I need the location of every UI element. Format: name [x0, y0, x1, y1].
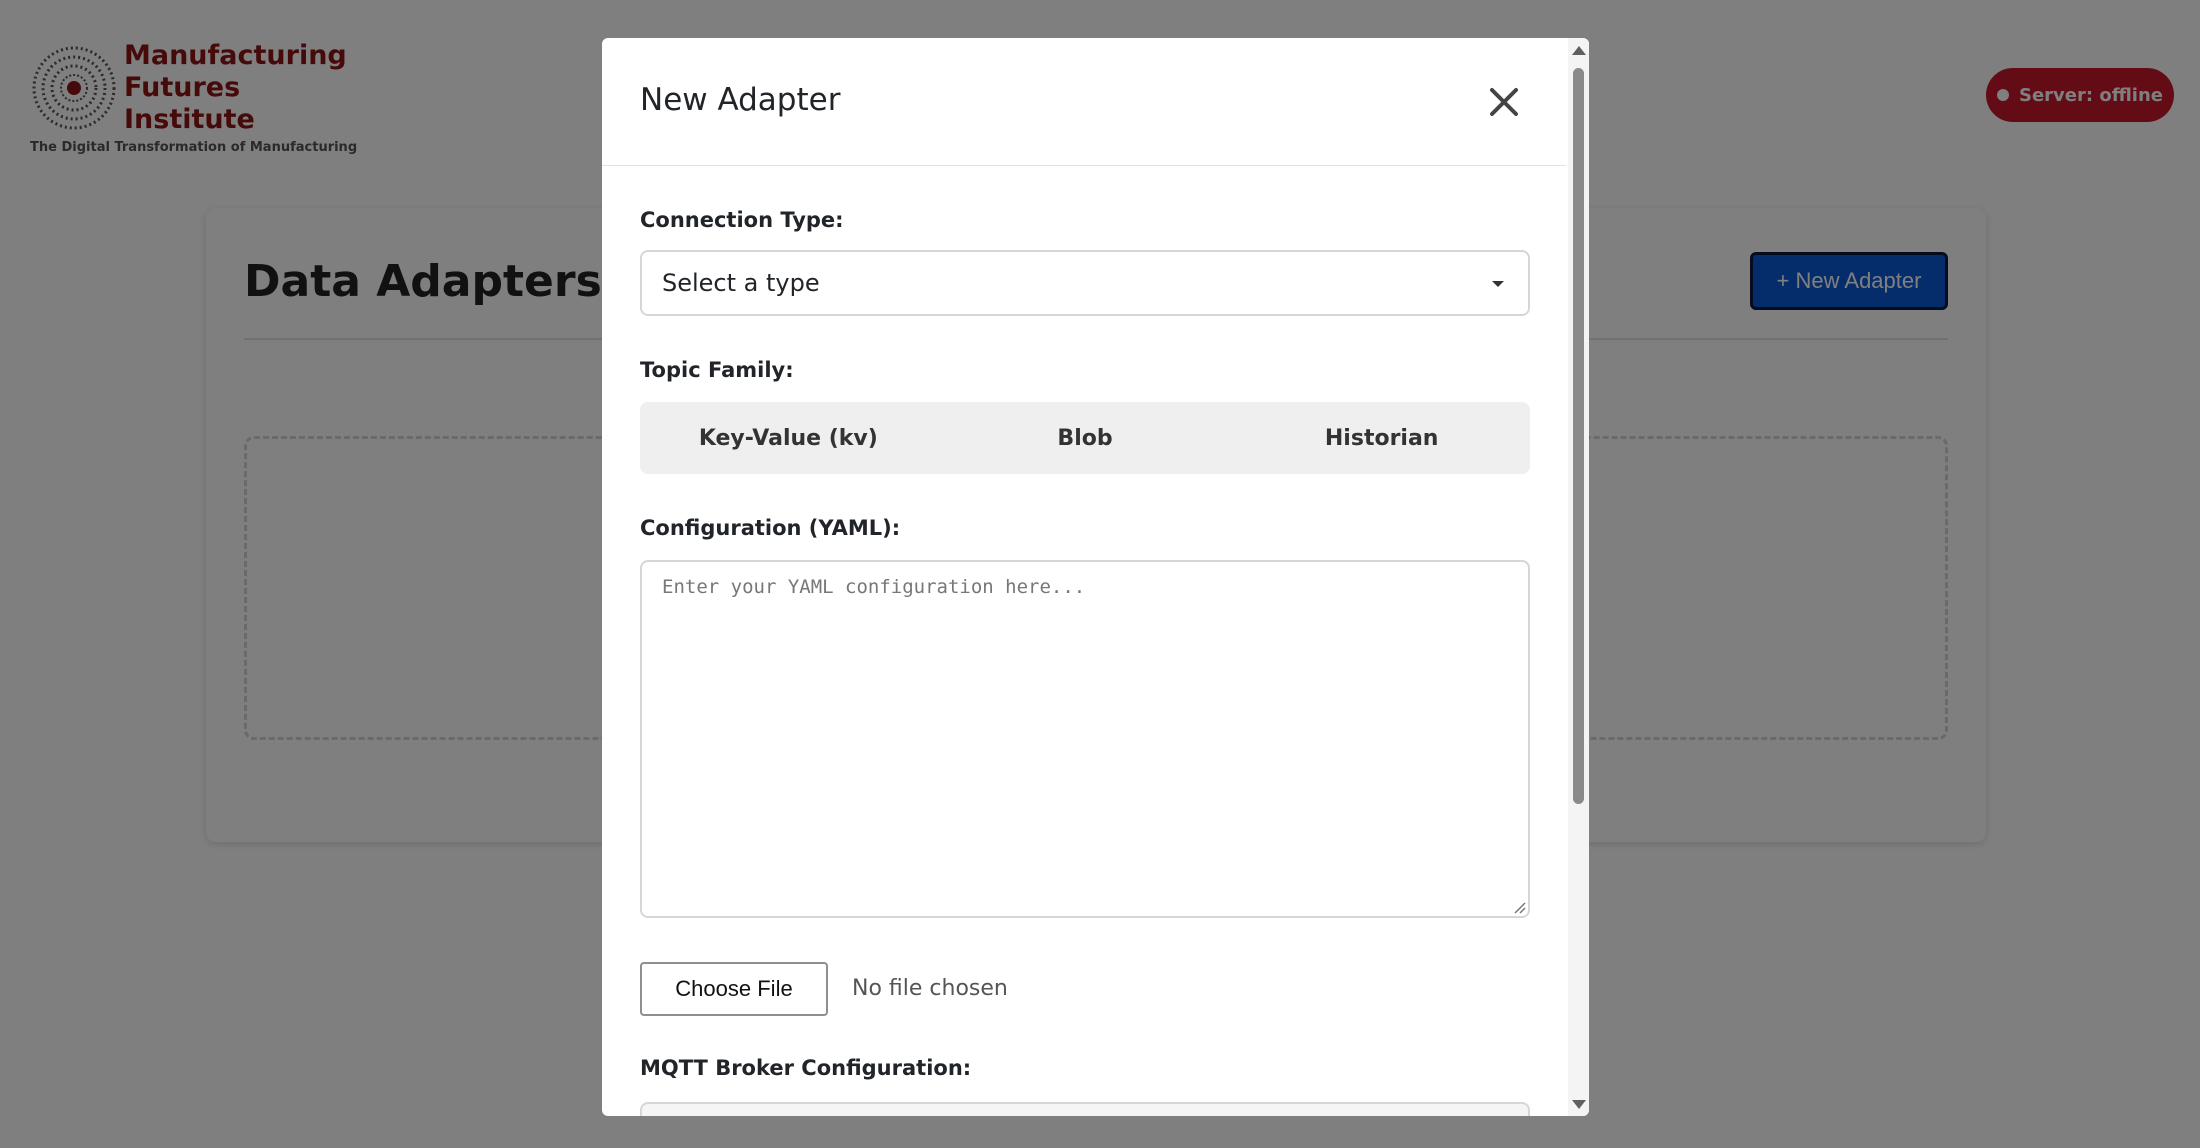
- scroll-down-icon[interactable]: [1572, 1100, 1586, 1109]
- topic-family-option-historian[interactable]: Historian: [1233, 402, 1530, 474]
- choose-file-button[interactable]: Choose File: [640, 962, 828, 1016]
- connection-type-select[interactable]: Select a type: [640, 250, 1530, 316]
- topic-family-selector: Key-Value (kv) Blob Historian: [640, 402, 1530, 474]
- connection-type-value: Select a type: [662, 269, 820, 297]
- scroll-up-icon[interactable]: [1572, 46, 1586, 55]
- scroll-thumb[interactable]: [1573, 68, 1584, 804]
- file-status-text: No file chosen: [852, 976, 1008, 1001]
- modal-title: New Adapter: [640, 82, 841, 118]
- topic-family-option-blob[interactable]: Blob: [937, 402, 1234, 474]
- chevron-down-icon: [1492, 281, 1504, 287]
- modal-scrollbar[interactable]: [1568, 38, 1589, 1116]
- new-adapter-modal: New Adapter Connection Type: Select a ty…: [602, 38, 1589, 1116]
- topic-family-option-kv[interactable]: Key-Value (kv): [640, 402, 937, 474]
- resize-grip-icon[interactable]: [1512, 900, 1526, 914]
- connection-type-label: Connection Type:: [640, 208, 844, 232]
- close-icon: [1490, 88, 1518, 116]
- mqtt-config-label: MQTT Broker Configuration:: [640, 1056, 972, 1080]
- yaml-config-input[interactable]: [640, 560, 1530, 918]
- configuration-label: Configuration (YAML):: [640, 516, 901, 540]
- mqtt-config-field[interactable]: [640, 1102, 1530, 1116]
- topic-family-label: Topic Family:: [640, 358, 794, 382]
- close-button[interactable]: [1482, 80, 1526, 124]
- modal-header: New Adapter: [602, 38, 1566, 166]
